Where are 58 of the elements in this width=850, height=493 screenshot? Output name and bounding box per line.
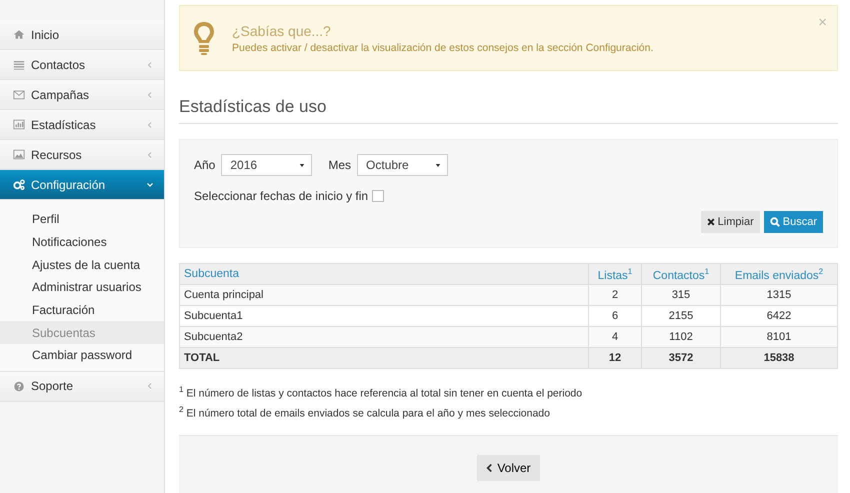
caret-icon [435, 162, 442, 168]
submenu-item[interactable]: Facturación [0, 298, 164, 322]
clear-button[interactable]: Limpiar [700, 211, 760, 233]
chart-icon [13, 119, 25, 130]
total-cell: TOTAL [180, 348, 588, 368]
submenu-item[interactable]: Notificaciones [0, 230, 164, 254]
tip-title: ¿Sabías que...? [232, 22, 332, 38]
search-button[interactable]: Buscar [764, 211, 823, 233]
checkbox-label: Seleccionar fechas de inicio y fin [194, 189, 368, 203]
nav-item[interactable]: Contactos [0, 50, 164, 80]
footnote: $^{2}$ El número total de emails enviados se calcula para el año y mes seleccionado [179, 404, 551, 421]
total-cell: 3572 [642, 348, 720, 368]
list-icon [13, 59, 25, 70]
submenu-item[interactable]: Cambiar password [0, 344, 164, 367]
column-header: Emails enviados$^{2}$ [720, 264, 838, 284]
chevron-icon [146, 150, 154, 158]
nav-item[interactable]: Soporte [0, 372, 164, 402]
nav-item[interactable]: Campañas [0, 80, 164, 110]
chevron-icon [146, 120, 154, 128]
home-icon [13, 29, 25, 40]
tip-text: Puedes activar / desactivar la visualización de estos consejos en la sección Configuración. [232, 42, 654, 54]
submenu-item[interactable]: Administrar usuarios [0, 276, 164, 299]
close-icon [706, 218, 715, 226]
envelope-icon [13, 89, 25, 100]
submenu-item[interactable]: Ajustes de la cuenta [0, 253, 164, 276]
chevron-icon [146, 90, 154, 98]
column-header: Subcuenta [180, 264, 588, 284]
nav-item[interactable]: Configuración [0, 170, 164, 200]
nav-item[interactable]: Inicio [0, 20, 164, 50]
table-cell: 1315 [720, 284, 838, 306]
submenu-item[interactable]: Perfil [0, 208, 164, 231]
chevron-icon [486, 462, 494, 472]
help-icon [13, 380, 25, 392]
total-cell: 12 [588, 348, 642, 368]
nav-item[interactable]: Estadísticas [0, 110, 164, 140]
month-select[interactable]: Octubre [357, 154, 448, 176]
search-icon [770, 217, 780, 227]
table-cell: 2 [588, 284, 642, 306]
year-label: Año [194, 158, 216, 172]
chevron-icon [146, 180, 154, 188]
chevron-icon [146, 382, 154, 390]
lightbulb-icon [192, 20, 216, 56]
back-button[interactable]: Volver [477, 454, 540, 480]
total-cell: 15838 [720, 348, 838, 368]
caret-icon [299, 162, 306, 168]
footnote: $^{1}$ El número de listas y contactos hace referencia al total sin tener en cuenta el periodo [179, 384, 584, 402]
month-label: Mes [328, 158, 352, 172]
nav-item[interactable]: Recursos [0, 140, 164, 170]
checkbox[interactable] [372, 190, 384, 202]
column-header: Listas$^{1}$ [588, 264, 642, 284]
column-header: Contactos$^{1}$ [642, 264, 720, 284]
table-cell: 315 [642, 284, 720, 306]
image-icon [13, 149, 25, 160]
gears-icon [13, 179, 25, 190]
page-title: Estadísticas de uso [179, 97, 838, 124]
chevron-icon [146, 60, 154, 68]
table-cell: Cuenta principal [180, 284, 588, 306]
year-select[interactable]: 2016 [221, 154, 312, 176]
